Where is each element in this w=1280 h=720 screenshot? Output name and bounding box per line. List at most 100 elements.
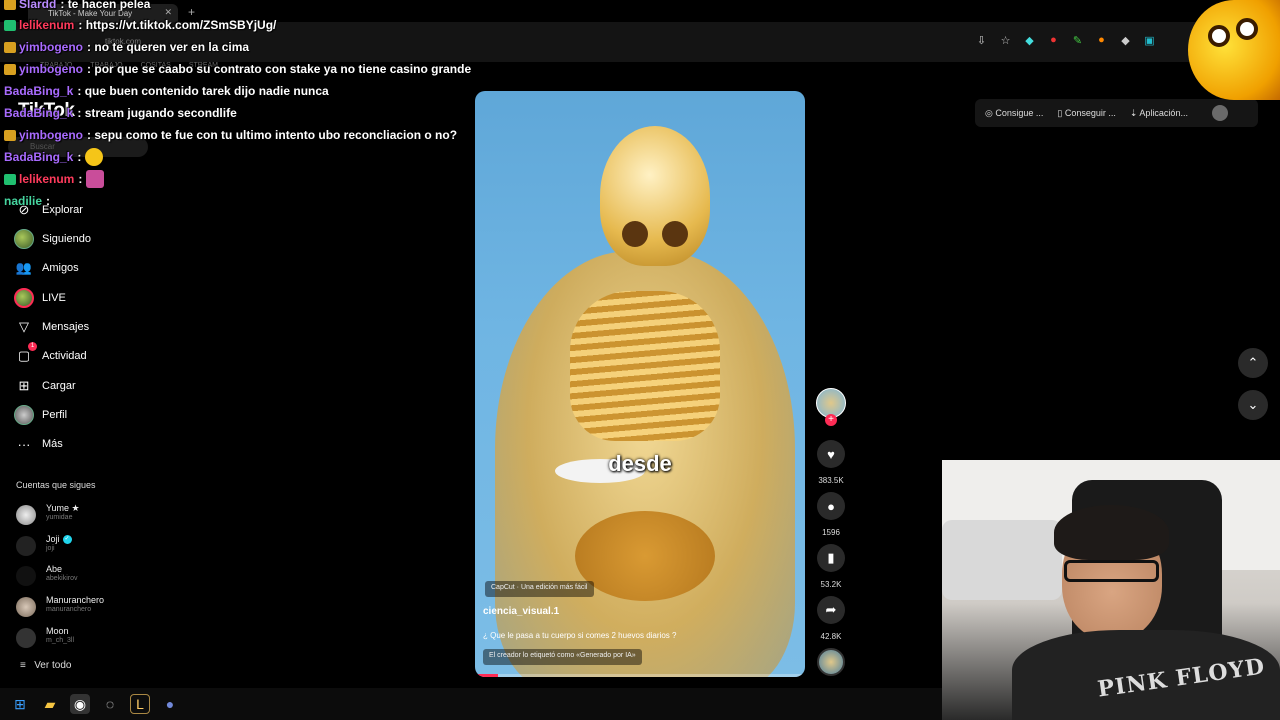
account-handle: joji xyxy=(46,545,55,552)
following-account[interactable]: Abe abekikirov xyxy=(16,564,166,590)
video-frame-pelvis xyxy=(575,511,715,601)
video-player[interactable]: desde CapCut · Una edición más fácil cie… xyxy=(475,91,805,677)
bookmark-icon: ▮ xyxy=(827,550,835,565)
ai-generated-label: El creador lo etiquetó como «Generado po… xyxy=(483,649,642,665)
share-icon: ➦ xyxy=(825,602,837,617)
chat-badge-icon xyxy=(4,41,16,53)
follow-plus-icon[interactable]: + xyxy=(825,414,837,426)
sidebar-item-mas[interactable]: ··· Más xyxy=(14,432,174,456)
extension-icon[interactable]: ◆ xyxy=(1023,34,1036,47)
chat-message: BadaBing_k: xyxy=(4,147,104,167)
app-icon[interactable]: L xyxy=(130,694,150,714)
video-frame-skull xyxy=(600,126,710,266)
star-icon[interactable]: ☆ xyxy=(999,34,1012,47)
obs-icon[interactable]: ◌ xyxy=(100,694,120,714)
emoji-eye xyxy=(1236,18,1258,40)
extension-icons: ⇩ ☆ ◆ ● ✎ ● ◆ ▣ xyxy=(975,34,1156,47)
list-icon: ≡ xyxy=(20,660,26,671)
like-button[interactable]: ♥ xyxy=(817,440,845,468)
chevron-up-icon: ⌃ xyxy=(1247,355,1259,370)
chat-text: https://vt.tiktok.com/ZSmSBYjUg/ xyxy=(85,18,277,32)
sidebar-item-live[interactable]: LIVE xyxy=(14,286,174,310)
chat-username: BadaBing_k xyxy=(4,106,74,120)
next-video-button[interactable]: ⌄ xyxy=(1238,390,1268,420)
verified-icon: ✓ xyxy=(62,535,72,545)
capcut-label[interactable]: CapCut · Una edición más fácil xyxy=(485,581,594,597)
sidebar-item-actividad[interactable]: ▢ 1 Actividad xyxy=(14,342,174,368)
heart-icon: ♥ xyxy=(827,446,835,462)
video-progress-bar[interactable] xyxy=(475,674,805,677)
get-coins-button[interactable]: ◎ Consigue ... xyxy=(985,108,1043,119)
following-account[interactable]: Yume ★ yumidae xyxy=(16,503,166,529)
emoji-face-overlay xyxy=(1188,0,1280,100)
account-handle: abekikirov xyxy=(46,575,78,582)
sidebar-item-label: Amigos xyxy=(42,262,79,274)
chat-message: lelikenum: https://vt.tiktok.com/ZSmSBYj… xyxy=(4,15,276,35)
more-icon: ··· xyxy=(17,436,31,452)
see-all-link[interactable]: ≡ Ver todo xyxy=(20,660,71,671)
chat-badge-icon xyxy=(4,0,16,10)
windows-start-icon[interactable]: ⊞ xyxy=(10,694,30,714)
account-name: Yume ★ xyxy=(46,503,80,513)
sidebar-item-label: Siguiendo xyxy=(42,233,91,245)
chat-username: lelikenum xyxy=(19,172,75,186)
video-description: ¿ Que le pasa a tu cuerpo si comes 2 hue… xyxy=(483,631,677,640)
sidebar-item-cargar[interactable]: ⊞ Cargar xyxy=(14,374,174,398)
file-explorer-icon[interactable]: ▰ xyxy=(40,694,60,714)
top-action-bar: ◎ Consigue ... ▯ Conseguir ... ⇣ Aplicac… xyxy=(975,99,1258,127)
chat-username: lelikenum xyxy=(19,18,75,32)
share-button[interactable]: ➦ xyxy=(817,596,845,624)
install-icon[interactable]: ⇩ xyxy=(975,34,988,47)
previous-video-button[interactable]: ⌃ xyxy=(1238,348,1268,378)
extension-icon[interactable]: ● xyxy=(1095,34,1108,47)
extension-icon[interactable]: ◆ xyxy=(1119,34,1132,47)
get-app-button[interactable]: ▯ Conseguir ... xyxy=(1057,108,1115,119)
chat-badge-icon xyxy=(4,19,16,31)
profile-icon xyxy=(14,405,34,425)
discord-icon[interactable]: ● xyxy=(160,694,180,714)
chat-message: BadaBing_k: stream jugando secondlife xyxy=(4,106,237,120)
chat-badge-icon xyxy=(4,63,16,75)
chevron-down-icon: ⌄ xyxy=(1247,397,1259,412)
following-account[interactable]: Manuranchero manuranchero xyxy=(16,595,166,621)
sidebar-item-label: Perfil xyxy=(42,409,68,421)
extension-icon[interactable]: ● xyxy=(1047,34,1060,47)
user-avatar[interactable] xyxy=(1211,105,1228,121)
extension-icon[interactable]: ✎ xyxy=(1071,34,1084,47)
chat-username: BadaBing_k xyxy=(4,150,74,164)
following-account[interactable]: Moon m_ch_3ll xyxy=(16,626,166,652)
save-button[interactable]: ▮ xyxy=(817,544,845,572)
webcam-hair xyxy=(1054,505,1169,560)
chat-text: te hacen pelea xyxy=(67,0,151,11)
chat-message: yimbogeno: no te queren ver en la cima xyxy=(4,37,249,57)
avatar xyxy=(16,536,36,556)
sidebar-item-siguiendo[interactable]: Siguiendo xyxy=(14,227,174,251)
sidebar-item-label: Cargar xyxy=(42,380,76,392)
chat-username: yimbogeno xyxy=(19,40,84,54)
sidebar-item-perfil[interactable]: Perfil xyxy=(14,403,174,427)
download-app-button[interactable]: ⇣ Aplicación... xyxy=(1130,108,1188,119)
video-author[interactable]: ciencia_visual.1 xyxy=(483,606,559,617)
chrome-icon[interactable]: ◉ xyxy=(70,694,90,714)
video-caption: desde xyxy=(608,451,672,476)
save-count: 53.2K xyxy=(820,580,842,589)
chat-message: nadilie: xyxy=(4,194,51,208)
avatar xyxy=(16,597,36,617)
chat-message: Slardd: te hacen pelea xyxy=(4,0,150,14)
sidebar-item-amigos[interactable]: 👥 Amigos xyxy=(14,256,174,280)
comment-icon: ● xyxy=(827,498,835,514)
friends-icon: 👥 xyxy=(15,260,33,275)
avatar xyxy=(16,628,36,648)
emote-icon xyxy=(86,170,105,188)
comment-button[interactable]: ● xyxy=(817,492,845,520)
extension-icon[interactable]: ▣ xyxy=(1143,34,1156,47)
comment-count: 1596 xyxy=(822,528,840,537)
chat-message: BadaBing_k: que buen contenido tarek dij… xyxy=(4,84,329,98)
sidebar-item-mensajes[interactable]: ▽ Mensajes xyxy=(14,315,174,339)
account-name: Joji ✓ xyxy=(46,534,72,545)
avatar xyxy=(16,566,36,586)
chat-username: BadaBing_k xyxy=(4,84,74,98)
following-account[interactable]: Joji ✓ joji xyxy=(16,534,166,560)
music-disc-icon[interactable] xyxy=(817,648,845,676)
emote-icon xyxy=(85,148,104,166)
